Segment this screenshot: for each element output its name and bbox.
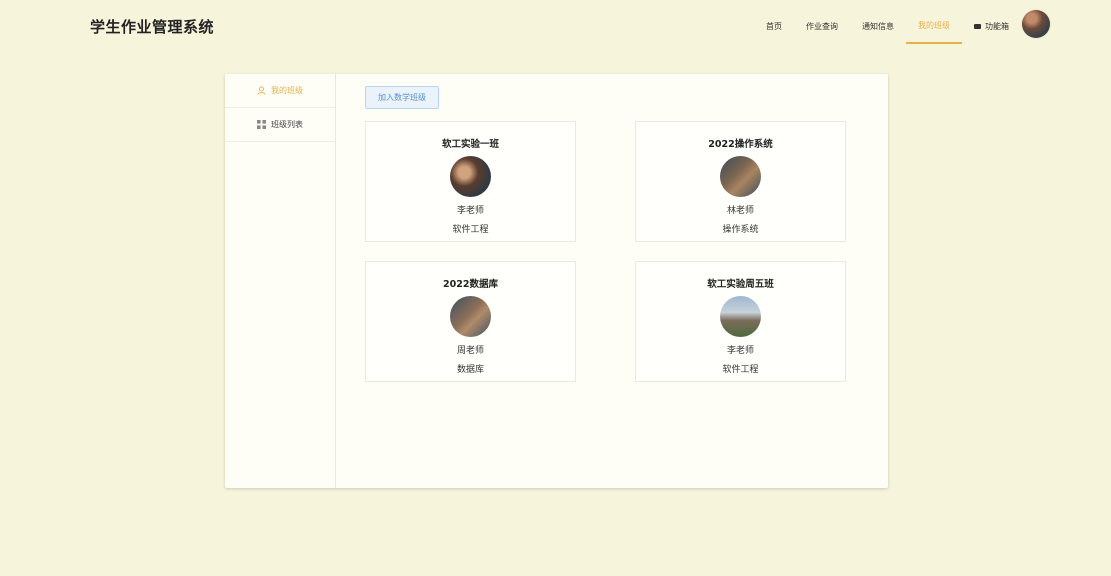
teacher-avatar <box>450 156 491 197</box>
join-class-button[interactable]: 加入数学班级 <box>365 86 439 109</box>
top-nav: 首页 作业查询 通知信息 我的班级 功能箱 <box>754 8 1021 44</box>
class-card[interactable]: 软工实验周五班 李老师 软件工程 <box>635 261 846 382</box>
nav-home[interactable]: 首页 <box>754 8 794 44</box>
app-title: 学生作业管理系统 <box>90 18 215 36</box>
class-card[interactable]: 2022数据库 周老师 数据库 <box>365 261 576 382</box>
nav-homework-query[interactable]: 作业查询 <box>794 8 850 44</box>
class-subject: 软件工程 <box>722 365 759 375</box>
class-subject: 数据库 <box>456 365 484 375</box>
content-area: 加入数学班级 软工实验一班 李老师 软件工程 2022操作系统 林老师 操作系统… <box>336 74 888 488</box>
teacher-name: 李老师 <box>456 206 484 216</box>
top-bar: 学生作业管理系统 首页 作业查询 通知信息 我的班级 功能箱 <box>0 0 1111 52</box>
class-title: 软工实验周五班 <box>707 279 774 290</box>
class-card[interactable]: 2022操作系统 林老师 操作系统 <box>635 121 846 242</box>
teacher-name: 李老师 <box>726 346 754 356</box>
main-panel: 我的班级 班级列表 加入数学班级 软工实验一班 李老师 软件工程 2022操作系… <box>225 74 888 488</box>
class-subject: 软件工程 <box>452 225 489 235</box>
nav-toolbox-label: 功能箱 <box>985 21 1009 31</box>
teacher-avatar <box>450 296 491 337</box>
toolbox-icon <box>974 23 981 29</box>
teacher-name: 林老师 <box>726 206 754 216</box>
nav-toolbox[interactable]: 功能箱 <box>962 8 1021 44</box>
nav-homework-query-label: 作业查询 <box>806 21 838 31</box>
nav-notifications-label: 通知信息 <box>862 21 894 31</box>
sidebar-item-label: 班级列表 <box>271 120 303 129</box>
sidebar-item-label: 我的班级 <box>271 86 303 95</box>
teacher-avatar <box>720 296 761 337</box>
sidebar-item-class-list[interactable]: 班级列表 <box>225 108 335 142</box>
teacher-avatar <box>720 156 761 197</box>
grid-icon <box>257 120 266 129</box>
class-title: 2022操作系统 <box>708 139 773 150</box>
nav-my-class-label: 我的班级 <box>918 20 950 30</box>
class-title: 2022数据库 <box>443 279 498 290</box>
class-card[interactable]: 软工实验一班 李老师 软件工程 <box>365 121 576 242</box>
user-avatar[interactable] <box>1022 10 1050 38</box>
nav-home-label: 首页 <box>766 21 782 31</box>
nav-notifications[interactable]: 通知信息 <box>850 8 906 44</box>
user-icon <box>257 86 266 95</box>
teacher-name: 周老师 <box>456 346 484 356</box>
class-title: 软工实验一班 <box>441 139 499 150</box>
nav-my-class[interactable]: 我的班级 <box>906 8 962 44</box>
sidebar-item-my-class[interactable]: 我的班级 <box>225 74 335 108</box>
sidebar: 我的班级 班级列表 <box>225 74 336 488</box>
class-subject: 操作系统 <box>722 225 759 235</box>
